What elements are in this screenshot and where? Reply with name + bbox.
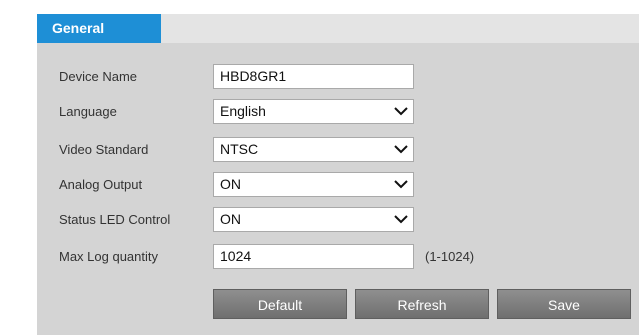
save-button[interactable]: Save bbox=[497, 289, 631, 319]
device-name-label: Device Name bbox=[59, 69, 138, 84]
chevron-down-icon bbox=[394, 215, 408, 224]
status-led-select[interactable]: ON bbox=[213, 207, 414, 232]
language-select[interactable]: English bbox=[213, 99, 414, 124]
row-device-name: Device Name HBD8GR1 bbox=[37, 64, 639, 90]
chevron-down-icon bbox=[394, 107, 408, 116]
row-video-standard: Video Standard NTSC bbox=[37, 137, 639, 163]
max-log-input[interactable]: 1024 bbox=[213, 244, 414, 269]
language-label: Language bbox=[59, 104, 117, 119]
video-standard-value: NTSC bbox=[220, 141, 259, 157]
chevron-down-icon bbox=[394, 180, 408, 189]
tab-general[interactable]: General bbox=[37, 14, 161, 43]
row-max-log: Max Log quantity 1024 (1-1024) bbox=[37, 244, 639, 270]
max-log-label: Max Log quantity bbox=[59, 249, 159, 264]
max-log-value: 1024 bbox=[220, 248, 252, 264]
language-value: English bbox=[220, 103, 266, 119]
chevron-down-icon bbox=[394, 145, 408, 154]
general-settings-panel: General Device Name HBD8GR1 Language Eng… bbox=[37, 14, 639, 335]
analog-output-select[interactable]: ON bbox=[213, 172, 414, 197]
row-status-led: Status LED Control ON bbox=[37, 207, 639, 233]
default-button[interactable]: Default bbox=[213, 289, 347, 319]
status-led-label: Status LED Control bbox=[59, 212, 171, 227]
row-language: Language English bbox=[37, 99, 639, 125]
row-analog-output: Analog Output ON bbox=[37, 172, 639, 198]
analog-output-label: Analog Output bbox=[59, 177, 143, 192]
device-name-input[interactable]: HBD8GR1 bbox=[213, 64, 414, 89]
device-name-value: HBD8GR1 bbox=[220, 68, 287, 84]
max-log-range-hint: (1-1024) bbox=[425, 249, 475, 264]
refresh-button[interactable]: Refresh bbox=[355, 289, 489, 319]
video-standard-label: Video Standard bbox=[59, 142, 149, 157]
status-led-value: ON bbox=[220, 211, 241, 227]
analog-output-value: ON bbox=[220, 176, 241, 192]
tab-strip: General bbox=[37, 14, 639, 43]
video-standard-select[interactable]: NTSC bbox=[213, 137, 414, 162]
